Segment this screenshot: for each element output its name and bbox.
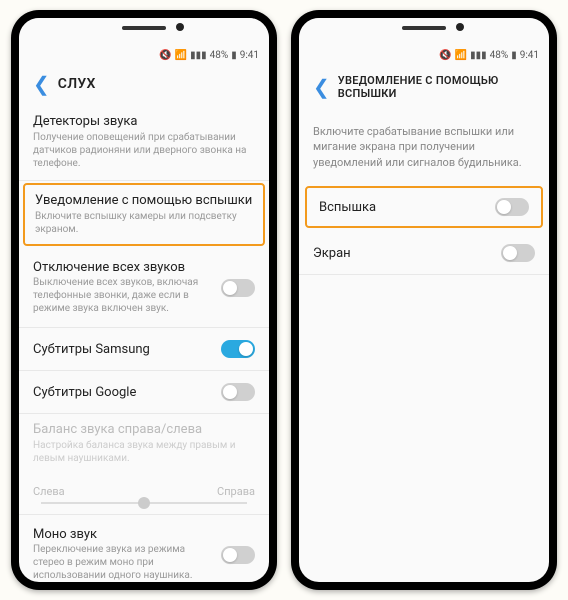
row-title: Моно звук [33,527,213,542]
row-title: Субтитры Samsung [33,342,150,357]
phone-left: 🔇 📶 ▮▮▮ 48% ▮ 9:41 ❮ СЛУХ Детекторы звук… [11,10,277,590]
row-balance: Баланс звука справа/слева Настройка бала… [19,414,269,475]
row-title: Баланс звука справа/слева [33,422,255,437]
battery-percent: 48% [210,50,229,61]
toggle-screen[interactable] [501,244,535,262]
row-desc: Переключение звука из режима стерео в ре… [33,543,213,582]
row-mute-all[interactable]: Отключение всех звуков Выключение всех з… [19,248,269,328]
toggle-mono[interactable] [221,546,255,564]
status-bar: 🔇 📶 ▮▮▮ 48% ▮ 9:41 [19,46,269,64]
front-camera [456,23,464,31]
page-title: УВЕДОМЛЕНИЕ С ПОМОЩЬЮ ВСПЫШКИ [338,74,539,100]
screen-right: 🔇 📶 ▮▮▮ 48% ▮ 9:41 ❮ УВЕДОМЛЕНИЕ С ПОМОЩ… [299,18,549,582]
row-screen[interactable]: Экран [299,232,549,275]
slider-thumb[interactable] [138,497,150,509]
notch-area [19,18,269,46]
row-sound-detectors[interactable]: Детекторы звука Получение оповещений при… [19,106,269,181]
phone-right: 🔇 📶 ▮▮▮ 48% ▮ 9:41 ❮ УВЕДОМЛЕНИЕ С ПОМОЩ… [291,10,557,590]
row-desc: Выключение всех звуков, включая телефонн… [33,276,213,315]
toggle-flash[interactable] [495,198,529,216]
content-right: Включите срабатывание вспышки или мигани… [299,112,549,582]
toggle-mute-all[interactable] [221,279,255,297]
battery-icon: ▮ [511,50,517,61]
row-title: Вспышка [319,200,376,215]
toggle-subtitles-samsung[interactable] [221,340,255,358]
back-button[interactable]: ❮ [29,74,58,94]
row-desc: Настройка баланса звука между правым и л… [33,439,255,465]
signal-icon: ▮▮▮ [190,50,207,61]
row-title: Субтитры Google [33,385,136,400]
back-button[interactable]: ❮ [309,77,338,97]
notch-area [299,18,549,46]
mute-icon: 🔇 [159,50,171,61]
wifi-icon: 📶 [455,50,467,61]
status-bar: 🔇 📶 ▮▮▮ 48% ▮ 9:41 [299,46,549,64]
battery-percent: 48% [490,50,509,61]
wifi-icon: 📶 [175,50,187,61]
row-title: Экран [313,246,351,261]
row-title: Уведомление с помощью вспышки [35,193,253,208]
speaker-slot [402,26,446,30]
row-flash[interactable]: Вспышка [305,186,543,228]
header: ❮ УВЕДОМЛЕНИЕ С ПОМОЩЬЮ ВСПЫШКИ [299,64,549,112]
slider-label-left: Слева [33,485,65,498]
screen-left: 🔇 📶 ▮▮▮ 48% ▮ 9:41 ❮ СЛУХ Детекторы звук… [19,18,269,582]
page-description: Включите срабатывание вспышки или мигани… [299,112,549,186]
mute-icon: 🔇 [439,50,451,61]
front-camera [176,23,184,31]
content-left: Детекторы звука Получение оповещений при… [19,106,269,582]
row-desc: Включите вспышку камеры или подсветку эк… [35,210,253,236]
slider-label-right: Справа [217,485,255,498]
balance-slider[interactable] [41,502,247,504]
header: ❮ СЛУХ [19,64,269,106]
row-subtitles-samsung[interactable]: Субтитры Samsung [19,328,269,371]
row-desc: Получение оповещений при срабатывании да… [33,131,255,170]
row-flash-notification[interactable]: Уведомление с помощью вспышки Включите в… [23,183,265,246]
speaker-slot [122,26,166,30]
signal-icon: ▮▮▮ [470,50,487,61]
row-title: Отключение всех звуков [33,260,213,275]
row-title: Детекторы звука [33,114,255,129]
toggle-subtitles-google[interactable] [221,383,255,401]
balance-slider-block: Слева Справа [19,475,269,515]
row-subtitles-google[interactable]: Субтитры Google [19,371,269,414]
row-mono[interactable]: Моно звук Переключение звука из режима с… [19,515,269,582]
battery-icon: ▮ [231,50,237,61]
clock: 9:41 [520,50,539,61]
page-title: СЛУХ [58,76,96,92]
clock: 9:41 [240,50,259,61]
